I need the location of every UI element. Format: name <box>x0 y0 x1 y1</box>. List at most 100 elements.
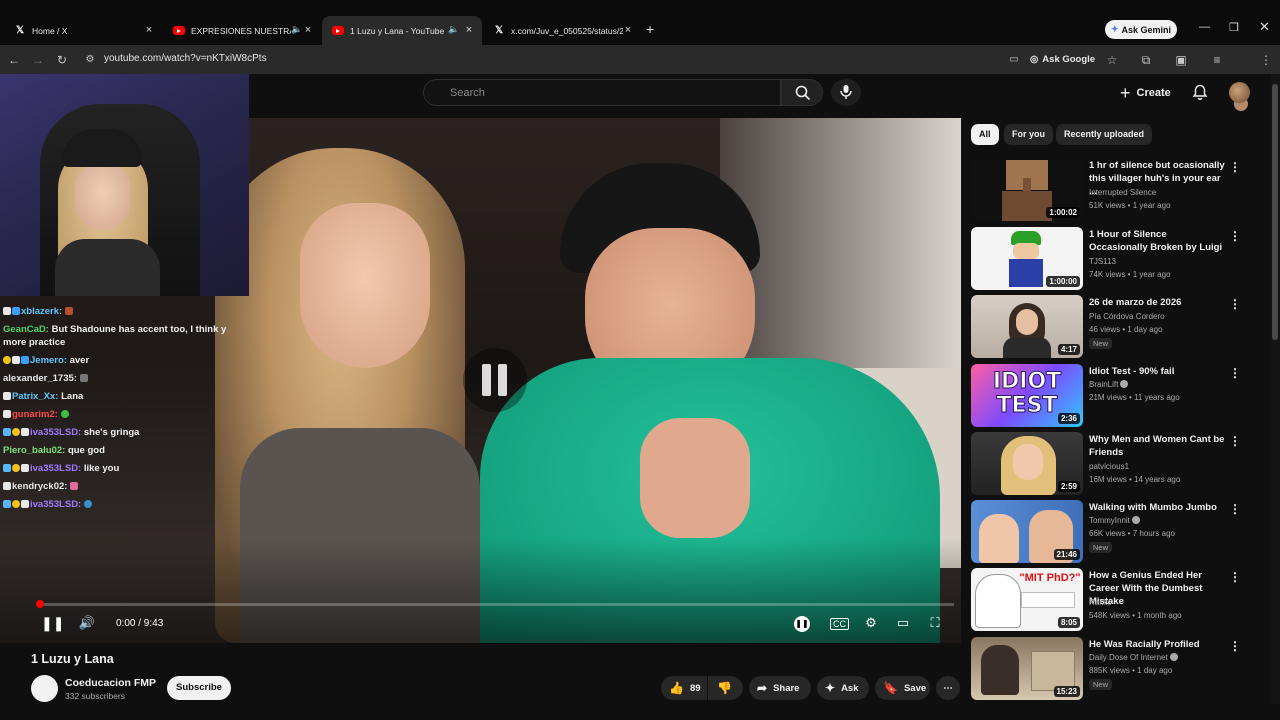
thumb-person-face <box>1013 444 1043 480</box>
site-info-icon[interactable]: ⚙ <box>82 52 98 68</box>
close-tab-icon[interactable]: × <box>623 25 633 36</box>
address-bar[interactable]: youtube.com/watch?v=nKTxiW8cPts <box>104 53 267 64</box>
dislike-button[interactable]: 👎 <box>708 676 743 700</box>
video-thumbnail[interactable]: 21:46 <box>971 500 1083 563</box>
more-vertical-icon[interactable]: ⋮ <box>1229 366 1241 380</box>
thumbs-down-icon: 👎 <box>717 681 732 695</box>
chip-all[interactable]: All <box>971 124 999 145</box>
account-avatar[interactable] <box>1229 82 1250 103</box>
tab-youtube-active[interactable]: 1 Luzu y Lana - YouTube 🔈 × <box>322 16 482 45</box>
search-button[interactable] <box>781 79 823 106</box>
more-vertical-icon[interactable]: ⋮ <box>1229 570 1241 584</box>
subscribe-button[interactable]: Subscribe <box>167 676 231 700</box>
autoplay-toggle[interactable]: ❚❚ <box>794 616 810 632</box>
like-button[interactable]: 👍 89 <box>661 676 707 700</box>
video-thumbnail[interactable]: 1:00:00 <box>971 227 1083 290</box>
verified-icon <box>1120 380 1129 388</box>
chat-badge-icon <box>21 464 29 472</box>
x-logo-icon: 𝕏 <box>15 25 25 36</box>
ask-gemini-button[interactable]: ✦ Ask Gemini <box>1105 20 1177 39</box>
ask-google-button[interactable]: ◎ Ask Google <box>1030 51 1095 68</box>
center-pause-button[interactable] <box>463 348 527 412</box>
speaker-icon[interactable]: 🔈 <box>448 24 459 35</box>
video-thumbnail[interactable]: 15:23 <box>971 637 1083 700</box>
browser-menu-icon[interactable]: ⋮ <box>1258 52 1274 68</box>
chip-for-you[interactable]: For you <box>1004 124 1053 145</box>
reload-icon[interactable]: ↻ <box>54 52 70 68</box>
plus-icon: + <box>1120 82 1131 103</box>
minimize-icon[interactable]: — <box>1199 21 1210 33</box>
video-thumbnail[interactable]: "MIT PhD?" 8:05 <box>971 568 1083 631</box>
thumb-anime-character <box>975 574 1021 628</box>
tab-expresiones[interactable]: EXPRESIONES NUESTRAS - 🔈 × <box>163 16 321 45</box>
thumb-villager-nose <box>1023 178 1031 192</box>
theater-mode-button[interactable]: ▭ <box>894 615 912 633</box>
fullscreen-icon: ⛶ <box>930 615 940 630</box>
thumbs-up-icon: 👍 <box>669 681 684 695</box>
more-vertical-icon[interactable]: ⋮ <box>1229 434 1241 448</box>
tab-home-x[interactable]: 𝕏 Home / X × <box>4 16 162 45</box>
settings-button[interactable]: ⚙ <box>862 615 880 633</box>
tab-x-status[interactable]: 𝕏 x.com/Juv_e_050525/status/20 × <box>483 16 641 45</box>
more-vertical-icon[interactable]: ⋮ <box>1229 502 1241 516</box>
restore-icon[interactable]: ❐ <box>1229 21 1239 34</box>
save-button[interactable]: 🔖 Save <box>875 676 930 700</box>
video-thumbnail[interactable]: 1:00:02 <box>971 158 1083 221</box>
close-tab-icon[interactable]: × <box>303 25 313 36</box>
scrollbar-thumb[interactable] <box>1272 84 1278 340</box>
recommendation-item[interactable]: 1:00:00 1 Hour of Silence Occasionally B… <box>971 227 1271 291</box>
close-tab-icon[interactable]: × <box>464 25 474 36</box>
progress-bar[interactable] <box>40 603 954 606</box>
browser-tab-strip: 𝕏 Home / X × EXPRESIONES NUESTRAS - 🔈 × … <box>0 0 1280 45</box>
recommendation-item[interactable]: 1:00:02 1 hr of silence but ocasionally … <box>971 158 1271 222</box>
verified-icon <box>1131 516 1140 524</box>
media-controls-icon[interactable]: ≡ <box>1209 52 1225 68</box>
progress-scrubber[interactable] <box>36 600 44 608</box>
recommendation-item[interactable]: IDIOT TEST 2:36 Idiot Test - 90% fail Br… <box>971 364 1271 428</box>
share-button[interactable]: ➦ Share <box>749 676 811 700</box>
new-tab-icon[interactable]: + <box>646 21 654 37</box>
google-lens-icon: ◎ <box>1030 54 1039 65</box>
sidebar-icon[interactable]: ▣ <box>1173 52 1189 68</box>
video-thumbnail[interactable]: IDIOT TEST 2:36 <box>971 364 1083 427</box>
more-vertical-icon[interactable]: ⋮ <box>1229 160 1241 174</box>
recommendation-item[interactable]: 2:59 Why Men and Women Cant be Friends p… <box>971 432 1271 496</box>
video-thumbnail[interactable]: 2:59 <box>971 432 1083 495</box>
subtitles-button[interactable]: CC <box>830 615 849 633</box>
close-tab-icon[interactable]: × <box>144 25 154 36</box>
fullscreen-button[interactable]: ⛶ <box>926 615 944 633</box>
recommendation-item[interactable]: "MIT PhD?" 8:05 How a Genius Ended Her C… <box>971 568 1271 632</box>
close-window-icon[interactable]: ✕ <box>1259 19 1270 35</box>
more-vertical-icon[interactable]: ⋮ <box>1229 229 1241 243</box>
more-vertical-icon[interactable]: ⋮ <box>1229 639 1241 653</box>
search-input[interactable]: Search <box>423 79 781 106</box>
chat-badge-icon <box>12 356 20 364</box>
back-icon[interactable]: ← <box>6 52 22 68</box>
video-thumbnail[interactable]: 4:17 <box>971 295 1083 358</box>
chip-recently-uploaded[interactable]: Recently uploaded <box>1056 124 1153 145</box>
bookmark-star-icon[interactable]: ☆ <box>1104 52 1120 68</box>
share-icon: ➦ <box>757 681 768 695</box>
voice-search-button[interactable] <box>831 79 861 106</box>
chat-message: Piero_balu02: que god <box>3 445 105 456</box>
extensions-icon[interactable]: ⧉ <box>1138 52 1154 68</box>
pause-button[interactable]: ❚❚ <box>41 615 64 633</box>
ask-button[interactable]: ✦ Ask <box>817 676 869 700</box>
more-vertical-icon[interactable]: ⋮ <box>1229 297 1241 311</box>
more-actions-button[interactable]: ⋯ <box>936 676 960 700</box>
mute-button[interactable]: 🔊 <box>78 615 96 633</box>
chat-badge-icon <box>12 500 20 508</box>
speaker-icon[interactable]: 🔈 <box>291 24 302 35</box>
notifications-button[interactable] <box>1192 84 1208 106</box>
forward-icon[interactable]: → <box>30 52 46 68</box>
thumb-villager-robe <box>1002 191 1052 221</box>
install-app-icon[interactable]: ▭ <box>1006 52 1022 68</box>
chat-message: alexander_1735: <box>3 373 89 384</box>
channel-name[interactable]: Coeducacion FMP <box>65 677 156 689</box>
create-button[interactable]: + Create <box>1120 80 1171 106</box>
channel-avatar[interactable] <box>31 675 58 702</box>
recommendation-item[interactable]: 4:17 26 de marzo de 2026 Pía Córdova Cor… <box>971 295 1271 359</box>
recommendation-item[interactable]: 15:23 He Was Racially Profiled Daily Dos… <box>971 637 1271 701</box>
recommendation-item[interactable]: 21:46 Walking with Mumbo Jumbo TommyInni… <box>971 500 1271 564</box>
chat-message: xblazerk: <box>3 306 74 317</box>
